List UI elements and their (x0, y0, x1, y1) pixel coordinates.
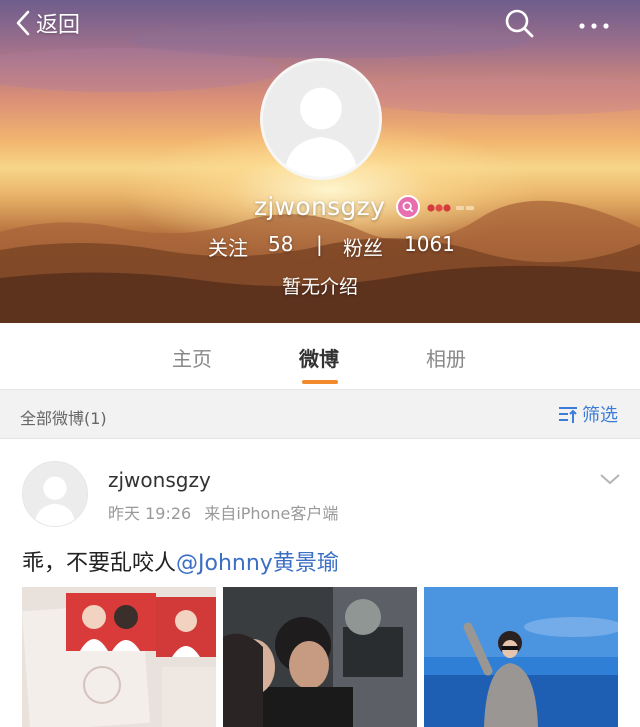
filter-bar: 全部微博(1) 筛选 (0, 389, 640, 439)
post-meta: 昨天 19:26 来自iPhone客户端 (108, 500, 338, 524)
profile-bio: 暂无介绍 (281, 276, 358, 298)
profile-tabs: 主页 微博 相册 (0, 323, 640, 389)
filter-label: 筛选 (582, 405, 618, 426)
photo-seaside-image (424, 587, 618, 727)
post-text-plain: 乖，不要乱咬人 (22, 551, 177, 576)
back-label: 返回 (36, 13, 81, 38)
following-count[interactable]: 58 (268, 232, 293, 256)
post-photo-1[interactable] (22, 587, 216, 727)
tab-weibo[interactable]: 微博 (299, 343, 339, 372)
follow-stats: 关注 58 | 粉丝 1061 (0, 232, 640, 262)
following-label[interactable]: 关注 (208, 232, 248, 261)
post-mention-link[interactable]: @Johnny黄景瑜 (176, 551, 339, 576)
post-avatar[interactable] (22, 461, 88, 527)
stats-separator: | (316, 232, 323, 256)
filter-button[interactable]: 筛选 (556, 401, 618, 427)
default-avatar-icon (263, 61, 379, 177)
photo-documents-image (22, 587, 216, 727)
active-tab-indicator (302, 380, 338, 384)
chevron-left-icon (16, 10, 30, 36)
all-weibo-count: 全部微博(1) (20, 409, 107, 428)
post-photo-2[interactable] (223, 587, 417, 727)
followers-count[interactable]: 1061 (404, 232, 455, 256)
more-dots-icon[interactable] (574, 6, 614, 40)
profile-banner: 返回 zjwonsgzy 关注 58 | 粉丝 1061 暂无介绍 (0, 0, 640, 323)
post-source-prefix: 来自 (204, 504, 237, 523)
post-text: 乖，不要乱咬人@Johnny黄景瑜 (22, 545, 339, 577)
back-button[interactable]: 返回 (14, 6, 80, 40)
chevron-down-icon[interactable] (598, 471, 622, 487)
post-source-name[interactable]: iPhone客户端 (236, 504, 338, 523)
profile-username: zjwonsgzy (254, 192, 386, 221)
tab-home[interactable]: 主页 (172, 343, 212, 372)
search-icon[interactable] (502, 6, 536, 40)
post-username[interactable]: zjwonsgzy (108, 468, 211, 492)
post-time: 昨天 19:26 (108, 504, 192, 523)
post-photo-3[interactable] (424, 587, 618, 727)
followers-label[interactable]: 粉丝 (343, 232, 383, 261)
filter-icon (559, 407, 577, 423)
vip-badge-icon[interactable] (396, 195, 420, 219)
profile-avatar[interactable] (260, 58, 382, 180)
tab-album[interactable]: 相册 (426, 343, 466, 372)
default-avatar-icon (23, 462, 87, 526)
medal-icon[interactable] (426, 202, 480, 214)
name-row: zjwonsgzy (0, 192, 640, 226)
weibo-post[interactable]: zjwonsgzy 昨天 19:26 来自iPhone客户端 乖，不要乱咬人@J… (0, 439, 640, 727)
photo-couple-image (223, 587, 417, 727)
vip-badge-glyph (402, 201, 413, 212)
